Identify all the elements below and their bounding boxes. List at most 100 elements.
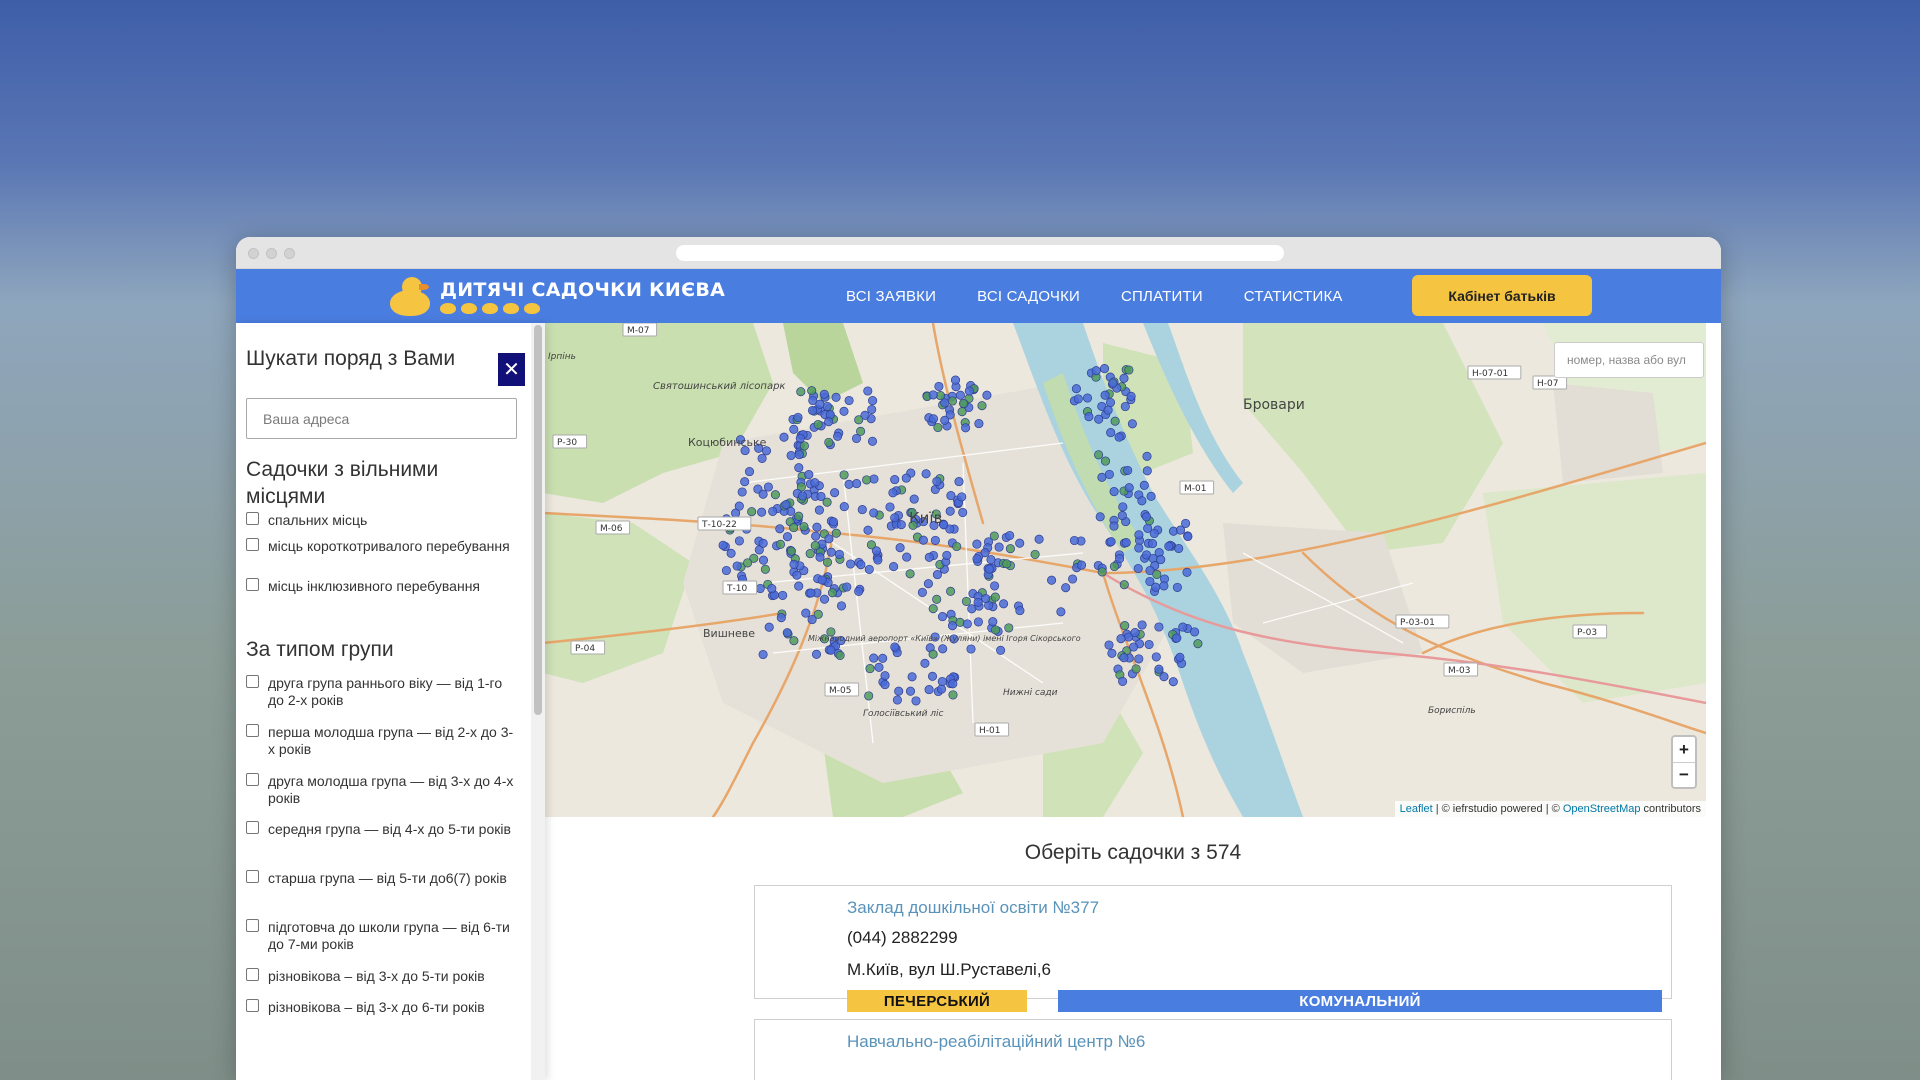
kindergarten-marker[interactable] <box>1119 653 1129 663</box>
kindergarten-marker[interactable] <box>737 487 747 497</box>
kindergarten-marker[interactable] <box>1137 620 1147 630</box>
kindergarten-marker[interactable] <box>892 695 902 705</box>
kindergarten-marker[interactable] <box>924 685 934 695</box>
kindergarten-marker[interactable] <box>864 691 874 701</box>
kindergarten-marker[interactable] <box>854 415 864 425</box>
map-canvas[interactable]: Київ Бровари Коцюбинське Вишневе Святошинськ… <box>543 323 1706 817</box>
kindergarten-marker[interactable] <box>815 399 825 409</box>
kindergarten-marker[interactable] <box>781 500 791 510</box>
kindergarten-marker[interactable] <box>955 390 965 400</box>
kindergarten-marker[interactable] <box>782 532 793 542</box>
minimize-window-dot[interactable] <box>266 248 277 259</box>
kindergarten-marker[interactable] <box>1182 567 1192 577</box>
kindergarten-marker[interactable] <box>794 463 804 473</box>
kindergarten-marker[interactable] <box>874 662 884 672</box>
kindergarten-marker[interactable] <box>810 478 820 488</box>
kindergarten-marker[interactable] <box>862 475 872 485</box>
kindergarten-marker[interactable] <box>950 375 961 385</box>
filter-group-type[interactable]: різновікова – від 3-х до 5-ти років <box>246 968 516 985</box>
kindergarten-marker[interactable] <box>1123 465 1133 475</box>
kindergarten-marker[interactable] <box>1120 621 1130 631</box>
kindergarten-marker[interactable] <box>1118 676 1128 686</box>
kindergarten-marker[interactable] <box>1172 633 1182 643</box>
map-view[interactable]: Київ Бровари Коцюбинське Вишневе Святошинськ… <box>543 323 1706 817</box>
kindergarten-marker[interactable] <box>831 528 841 538</box>
close-window-dot[interactable] <box>248 248 259 259</box>
kindergarten-marker[interactable] <box>1131 664 1141 674</box>
kindergarten-marker[interactable] <box>836 601 847 611</box>
close-icon[interactable]: ✕ <box>498 353 525 386</box>
kindergarten-marker[interactable] <box>902 552 912 562</box>
kindergarten-marker[interactable] <box>937 612 948 622</box>
checkbox[interactable] <box>246 919 259 932</box>
kindergarten-marker[interactable] <box>937 676 947 687</box>
kindergarten-marker[interactable] <box>999 599 1009 609</box>
kindergarten-marker[interactable] <box>1091 366 1101 376</box>
nav-all-kindergartens[interactable]: ВСІ САДОЧКИ <box>977 288 1080 305</box>
kindergarten-marker[interactable] <box>797 491 808 501</box>
kindergarten-marker[interactable] <box>1156 555 1166 565</box>
kindergarten-marker[interactable] <box>1175 652 1185 662</box>
kindergarten-marker[interactable] <box>880 671 890 681</box>
kindergarten-marker[interactable] <box>917 587 927 597</box>
kindergarten-marker[interactable] <box>990 592 1000 602</box>
kindergarten-marker[interactable] <box>984 564 994 574</box>
kindergarten-marker[interactable] <box>734 501 744 511</box>
kindergarten-marker[interactable] <box>718 540 728 550</box>
zoom-in-button[interactable]: + <box>1673 737 1695 762</box>
kindergarten-marker[interactable] <box>824 417 834 427</box>
filter-group-type[interactable]: підготовча до школи група — від 6-ти до … <box>246 919 516 953</box>
kindergarten-marker[interactable] <box>1193 639 1203 649</box>
kindergarten-marker[interactable] <box>962 619 972 629</box>
kindergarten-marker[interactable] <box>927 671 938 681</box>
kindergarten-marker[interactable] <box>1082 393 1093 403</box>
kindergarten-marker[interactable] <box>842 582 852 592</box>
kindergarten-marker[interactable] <box>856 560 866 570</box>
kindergarten-marker[interactable] <box>758 489 768 499</box>
kindergarten-marker[interactable] <box>757 507 767 517</box>
kindergarten-marker[interactable] <box>782 628 792 638</box>
kindergarten-marker[interactable] <box>1144 639 1154 650</box>
kindergarten-marker[interactable] <box>1168 677 1178 687</box>
kindergarten-marker[interactable] <box>757 453 767 463</box>
kindergarten-marker[interactable] <box>1061 583 1071 593</box>
kindergarten-marker[interactable] <box>964 386 974 396</box>
kindergarten-marker[interactable] <box>946 491 956 501</box>
kindergarten-marker[interactable] <box>804 470 814 480</box>
kindergarten-marker[interactable] <box>1109 487 1119 497</box>
kindergarten-marker[interactable] <box>814 505 824 515</box>
kindergarten-marker[interactable] <box>1151 582 1161 592</box>
kindergarten-marker[interactable] <box>966 644 976 654</box>
filter-short-stay-places[interactable]: місць короткотривалого перебування <box>246 538 516 555</box>
kindergarten-marker[interactable] <box>845 559 856 569</box>
address-bar[interactable] <box>676 245 1284 261</box>
kindergarten-marker[interactable] <box>794 450 804 460</box>
kindergarten-marker[interactable] <box>1084 412 1094 422</box>
kindergarten-marker[interactable] <box>807 405 818 416</box>
kindergarten-marker[interactable] <box>852 479 862 489</box>
kindergarten-marker[interactable] <box>1159 672 1169 682</box>
kindergarten-marker[interactable] <box>1097 567 1107 577</box>
kindergarten-marker[interactable] <box>744 467 755 477</box>
kindergarten-marker[interactable] <box>958 507 968 518</box>
kindergarten-marker[interactable] <box>869 653 879 663</box>
kindergarten-marker[interactable] <box>957 492 967 502</box>
kindergarten-marker[interactable] <box>994 542 1004 552</box>
kindergarten-marker[interactable] <box>982 390 992 400</box>
kindergarten-marker[interactable] <box>789 636 799 646</box>
checkbox[interactable] <box>246 870 259 883</box>
kindergarten-marker[interactable] <box>905 569 915 579</box>
kindergarten-marker[interactable] <box>1178 622 1188 632</box>
kindergarten-marker[interactable] <box>905 686 916 696</box>
kindergarten-marker[interactable] <box>1105 397 1116 408</box>
kindergarten-marker[interactable] <box>981 593 991 604</box>
address-input[interactable] <box>246 398 517 439</box>
nav-statistics[interactable]: СТАТИСТИКА <box>1244 288 1343 305</box>
kindergarten-marker[interactable] <box>991 625 1001 635</box>
kindergarten-marker[interactable] <box>1120 401 1130 412</box>
kindergarten-marker[interactable] <box>1119 373 1129 383</box>
kindergarten-marker[interactable] <box>1126 391 1136 401</box>
checkbox[interactable] <box>246 821 259 834</box>
kindergarten-marker[interactable] <box>1154 664 1164 674</box>
kindergarten-marker[interactable] <box>1095 512 1105 522</box>
